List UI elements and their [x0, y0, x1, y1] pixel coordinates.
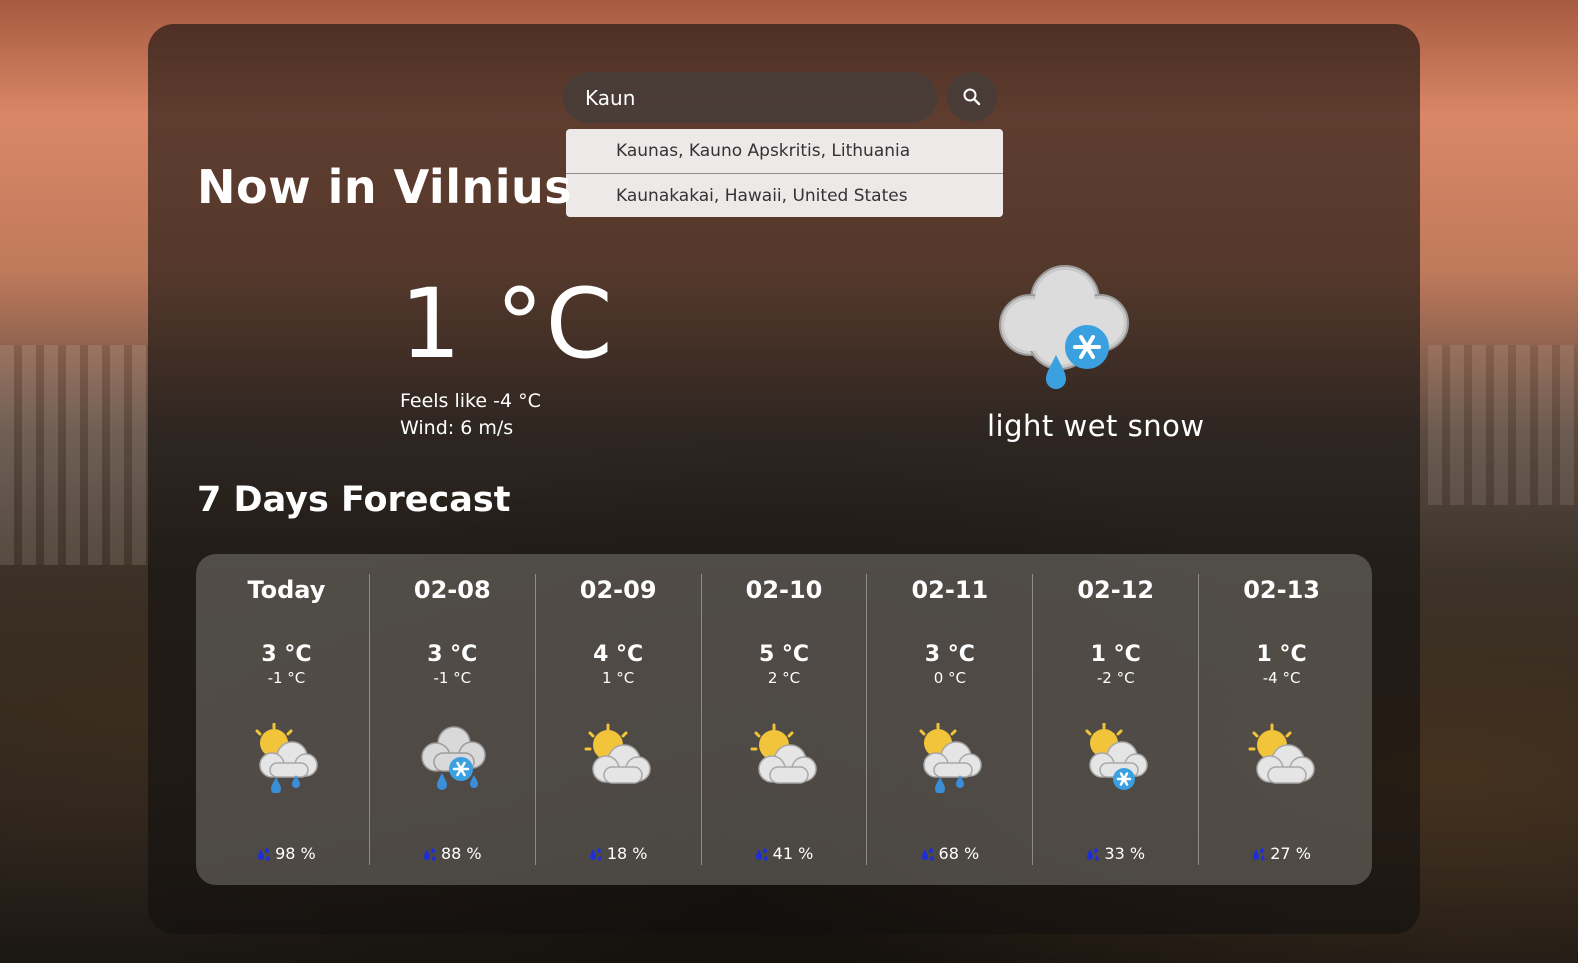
- day-min-temp: -2 °C: [1096, 669, 1135, 687]
- search-button[interactable]: [947, 72, 997, 122]
- day-min-temp: 2 °C: [767, 669, 801, 687]
- raindrops-icon: [1253, 846, 1265, 861]
- day-max-temp: 3 °C: [924, 642, 975, 667]
- precipitation-value: 88 %: [440, 844, 482, 863]
- day-max-temp: 3 °C: [261, 642, 312, 667]
- background-city-left: [0, 345, 150, 565]
- forecast-day: 02-10 5 °C 2 °C 41 %: [700, 574, 867, 865]
- precipitation: 88 %: [370, 844, 535, 863]
- precipitation: 18 %: [536, 844, 701, 863]
- forecast-day: 02-12 1 °C -2 °C 33 %: [1032, 574, 1198, 865]
- forecast-day: 02-09 4 °C 1 °C 18 %: [534, 574, 701, 865]
- cloud-snow-rain-icon: [990, 255, 1140, 399]
- raindrops-icon: [258, 846, 270, 861]
- day-max-temp: 5 °C: [758, 642, 810, 667]
- day-label: Today: [247, 576, 326, 604]
- partly-cloudy-icon: [1199, 723, 1364, 797]
- precipitation: 27 %: [1199, 844, 1364, 863]
- raindrops-icon: [755, 846, 768, 861]
- partly-cloudy-rain-icon: [867, 723, 1032, 797]
- precipitation: 98 %: [204, 844, 369, 863]
- partly-cloudy-icon: [702, 723, 867, 797]
- day-label: 02-13: [1243, 576, 1320, 604]
- day-min-temp: -4 °C: [1262, 669, 1301, 687]
- search-input[interactable]: [563, 72, 937, 123]
- raindrops-icon: [1087, 846, 1099, 861]
- search-icon: [963, 88, 981, 106]
- day-max-temp: 4 °C: [593, 642, 644, 667]
- suggestion-item[interactable]: Kaunakakai, Hawaii, United States: [566, 173, 1003, 217]
- forecast-list: Today 3 °C -1 °C 98 % 02-08 3 °C -1 °C 8…: [196, 554, 1372, 885]
- cloud-snow-rain-icon: [370, 723, 535, 797]
- day-label: 02-09: [579, 576, 657, 604]
- precipitation-value: 18 %: [606, 844, 648, 863]
- precipitation-value: 27 %: [1270, 844, 1311, 863]
- day-label: 02-10: [745, 576, 823, 604]
- precipitation-value: 33 %: [1104, 844, 1146, 863]
- day-min-temp: 0 °C: [933, 669, 967, 687]
- precipitation: 68 %: [867, 844, 1032, 863]
- day-max-temp: 1 °C: [1090, 642, 1141, 667]
- day-min-temp: -1 °C: [433, 669, 472, 687]
- forecast-day: Today 3 °C -1 °C 98 %: [204, 574, 369, 865]
- partly-cloudy-icon: [536, 723, 701, 797]
- day-min-temp: 1 °C: [602, 669, 635, 687]
- forecast-day: 02-11 3 °C 0 °C 68 %: [866, 574, 1032, 865]
- precipitation-value: 98 %: [275, 844, 316, 863]
- background-city-right: [1428, 345, 1578, 505]
- day-max-temp: 1 °C: [1256, 642, 1307, 667]
- precipitation-value: 68 %: [938, 844, 980, 863]
- raindrops-icon: [921, 846, 934, 861]
- day-label: 02-11: [911, 576, 989, 604]
- forecast-day: 02-13 1 °C -4 °C 27 %: [1198, 574, 1364, 865]
- precipitation: 33 %: [1033, 844, 1198, 863]
- day-max-temp: 3 °C: [427, 642, 478, 667]
- page-title: Now in Vilnius: [197, 160, 573, 214]
- search-suggestions: Kaunas, Kauno Apskritis, Lithuania Kauna…: [566, 129, 1003, 217]
- suggestion-item[interactable]: Kaunas, Kauno Apskritis, Lithuania: [566, 129, 1003, 173]
- day-label: 02-08: [413, 576, 491, 604]
- precipitation-value: 41 %: [772, 844, 814, 863]
- forecast-day: 02-08 3 °C -1 °C 88 %: [368, 574, 535, 865]
- weather-condition: light wet snow: [987, 409, 1205, 443]
- day-label: 02-12: [1077, 576, 1155, 604]
- forecast-title: 7 Days Forecast: [197, 480, 511, 520]
- raindrops-icon: [423, 846, 436, 861]
- raindrops-icon: [589, 846, 602, 861]
- partly-cloudy-rain-icon: [204, 723, 369, 797]
- precipitation: 41 %: [702, 844, 867, 863]
- partly-cloudy-snow-icon: [1033, 723, 1198, 797]
- wind-speed: Wind: 6 m/s: [400, 417, 514, 439]
- current-temperature: 1 °C: [400, 268, 615, 380]
- feels-like: Feels like -4 °C: [400, 390, 541, 412]
- day-min-temp: -1 °C: [267, 669, 306, 687]
